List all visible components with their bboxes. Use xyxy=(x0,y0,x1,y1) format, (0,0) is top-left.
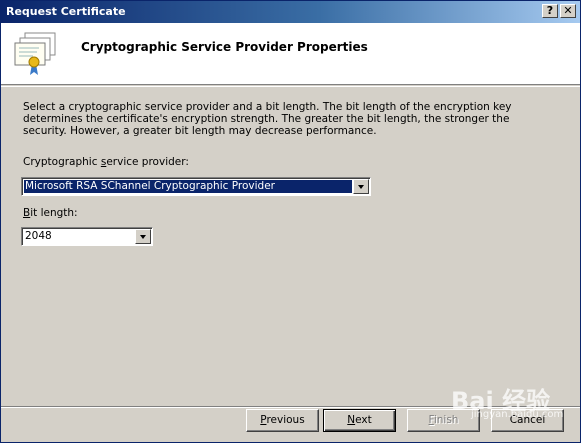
bit-length-select[interactable]: 2048 xyxy=(21,227,153,246)
bit-length-selected-value: 2048 xyxy=(25,230,52,242)
provider-selected-value: Microsoft RSA SChannel Cryptographic Pro… xyxy=(24,180,352,193)
bit-length-label: Bit length: xyxy=(23,207,78,219)
page-title: Cryptographic Service Provider Propertie… xyxy=(81,40,368,54)
certificate-icon xyxy=(14,32,56,75)
window-title: Request Certificate xyxy=(6,5,126,18)
bit-length-dropdown-arrow-icon[interactable] xyxy=(135,229,151,244)
description-text: Select a cryptographic service provider … xyxy=(23,101,512,137)
header-divider xyxy=(1,86,580,87)
provider-dropdown-arrow-icon[interactable] xyxy=(353,179,369,194)
previous-button[interactable]: Previous xyxy=(246,409,319,432)
title-bar: Request Certificate ? ✕ xyxy=(1,1,580,23)
help-button[interactable]: ? xyxy=(542,4,558,18)
request-certificate-dialog: Request Certificate ? ✕ Cryptographic Se… xyxy=(0,0,581,443)
close-button[interactable]: ✕ xyxy=(560,4,576,18)
watermark-url: jingyan.baidu.com xyxy=(471,409,564,420)
next-button[interactable]: Next xyxy=(323,409,396,432)
wizard-header: Cryptographic Service Provider Propertie… xyxy=(1,23,580,85)
provider-select[interactable]: Microsoft RSA SChannel Cryptographic Pro… xyxy=(21,177,371,196)
provider-label: Cryptographic service provider: xyxy=(23,156,189,168)
